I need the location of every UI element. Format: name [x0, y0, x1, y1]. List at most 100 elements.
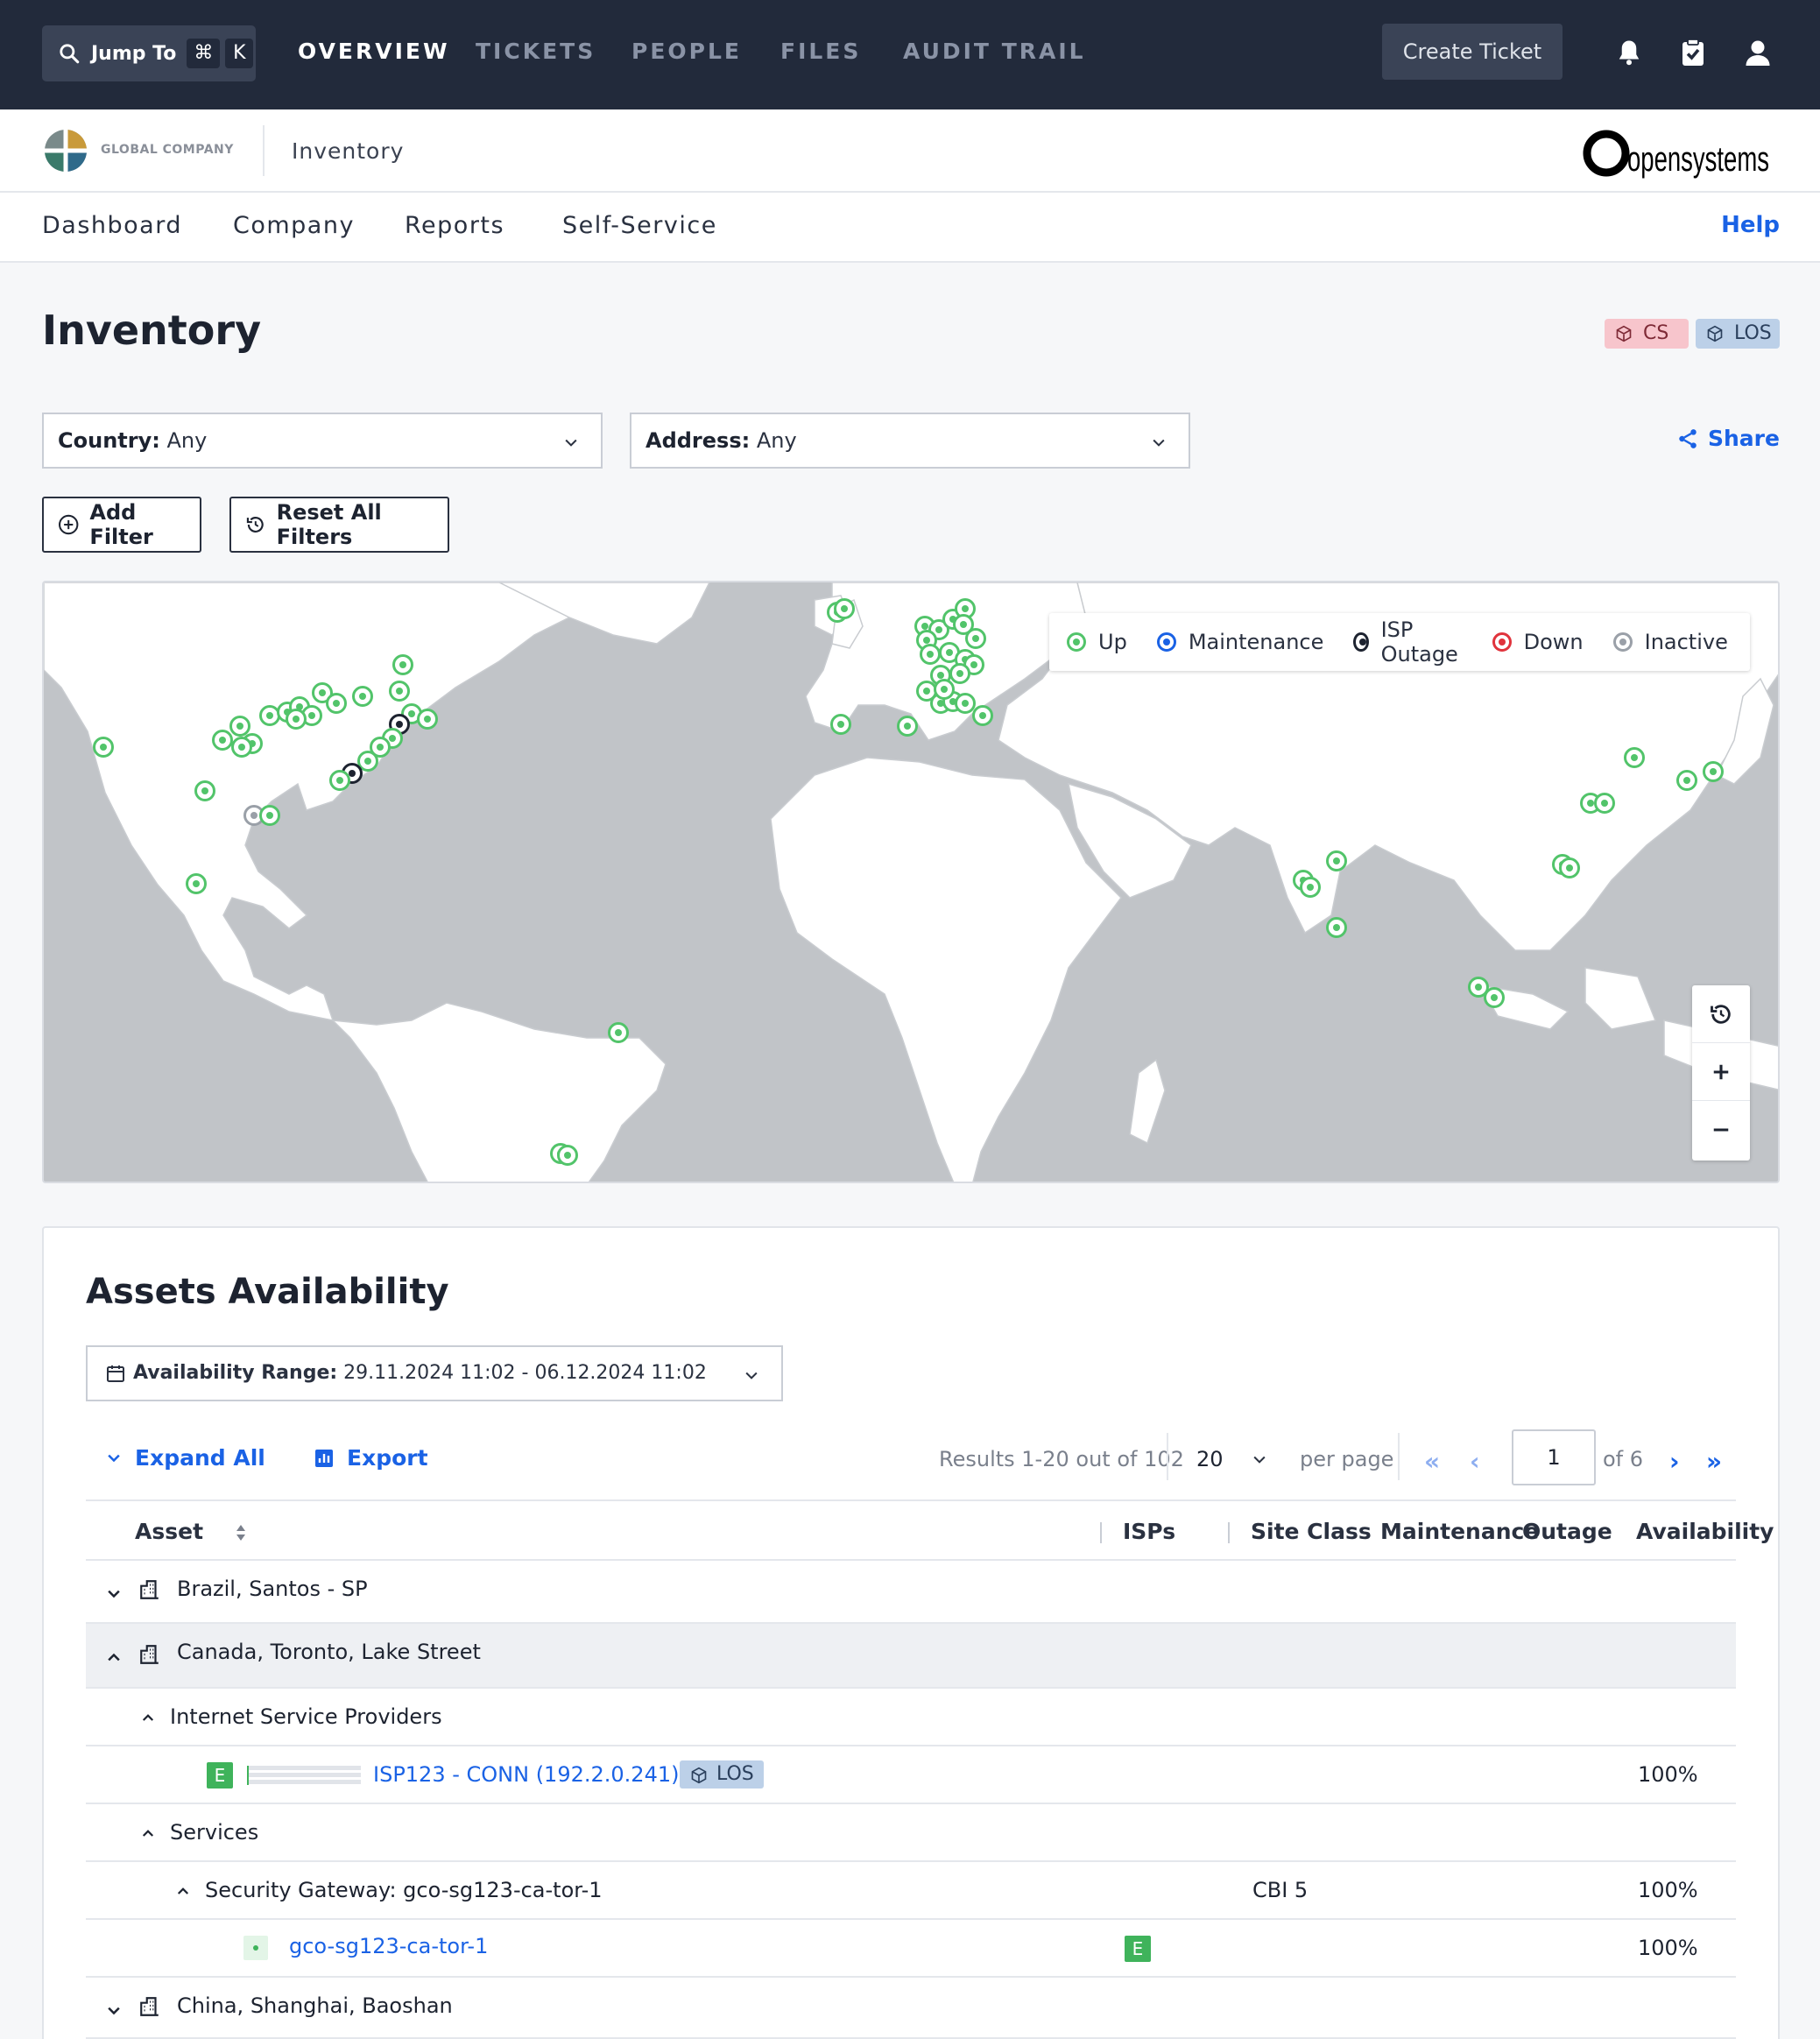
per-page-select[interactable]: 20	[1196, 1447, 1224, 1471]
table-row[interactable]: E ISP123 - CONN (192.2.0.241) LOS 100%	[86, 1746, 1736, 1804]
site-marker-up[interactable]	[557, 1145, 578, 1166]
chevron-down-icon[interactable]	[105, 2002, 123, 2020]
legend-up-label: Up	[1098, 630, 1127, 654]
sort-icon[interactable]	[235, 1522, 247, 1543]
los-tag: LOS	[1696, 319, 1780, 349]
site-marker-up[interactable]	[392, 654, 413, 675]
site-marker-up[interactable]	[1703, 761, 1724, 782]
chevron-up-icon[interactable]	[105, 1648, 123, 1666]
calendar-icon	[107, 1365, 124, 1382]
address-select[interactable]: Address: Any	[630, 413, 1190, 469]
chevron-up-icon[interactable]	[140, 1825, 156, 1841]
plus-circle-icon	[59, 514, 79, 535]
chevron-up-icon[interactable]	[140, 1710, 156, 1725]
table-row[interactable]: Canada, Toronto, Lake Street	[86, 1624, 1736, 1689]
site-marker-up[interactable]	[231, 737, 252, 758]
jump-to-button[interactable]: Jump To ⌘ K	[42, 25, 256, 81]
bell-icon[interactable]	[1613, 35, 1645, 70]
tab-people[interactable]: PEOPLE	[631, 39, 742, 64]
page-number-input[interactable]: 1	[1512, 1429, 1596, 1485]
zoom-out-icon	[1713, 1128, 1729, 1132]
service-link[interactable]: gco-sg123-ca-tor-1	[289, 1934, 488, 1958]
clipboard-check-icon[interactable]	[1677, 35, 1709, 70]
zoom-out-button[interactable]	[1692, 1101, 1750, 1159]
table-row[interactable]: gco-sg123-ca-tor-1 E 100%	[86, 1920, 1736, 1978]
tab-files[interactable]: FILES	[780, 39, 861, 64]
column-asset[interactable]: Asset	[135, 1519, 203, 1544]
add-filter-button[interactable]: Add Filter	[42, 497, 201, 553]
site-marker-up[interactable]	[259, 805, 280, 826]
help-link[interactable]: Help	[1721, 212, 1780, 238]
table-row[interactable]: Brazil, Santos - SP	[86, 1561, 1736, 1624]
company-name: GLOBAL COMPANY	[101, 143, 234, 157]
site-marker-up[interactable]	[352, 686, 373, 707]
site-marker-up[interactable]	[1484, 987, 1505, 1008]
site-marker-up[interactable]	[1594, 793, 1615, 814]
chevron-down-icon	[745, 1372, 758, 1379]
table-row[interactable]: Internet Service Providers	[86, 1689, 1736, 1746]
world-map[interactable]: Up Maintenance ISP Outage Down Inactive	[42, 581, 1780, 1183]
site-marker-up[interactable]	[389, 681, 410, 702]
site-marker-up[interactable]	[1559, 857, 1580, 878]
site-marker-up[interactable]	[186, 873, 207, 894]
site-marker-up[interactable]	[830, 714, 851, 735]
expand-all-button[interactable]: Expand All	[105, 1445, 265, 1471]
site-marker-up[interactable]	[949, 663, 970, 684]
site-marker-up[interactable]	[897, 716, 918, 737]
tab-overview[interactable]: OVERVIEW	[298, 39, 450, 64]
site-marker-up[interactable]	[834, 598, 855, 619]
site-marker-up[interactable]	[93, 737, 114, 758]
subnav-company[interactable]: Company	[233, 212, 355, 239]
shortcut-k-key: K	[225, 39, 254, 68]
reset-filters-button[interactable]: Reset All Filters	[229, 497, 449, 553]
expand-all-label: Expand All	[135, 1445, 265, 1471]
first-page-icon[interactable]: «	[1424, 1447, 1440, 1476]
site-marker-up[interactable]	[1326, 917, 1347, 938]
site-marker-up[interactable]	[286, 709, 307, 730]
site-marker-up[interactable]	[608, 1022, 629, 1043]
chevron-down-icon[interactable]	[1251, 1450, 1268, 1468]
ethernet-badge: E	[1125, 1936, 1151, 1962]
share-button[interactable]: Share	[1676, 426, 1780, 451]
site-marker-up[interactable]	[1676, 770, 1697, 791]
site-marker-up[interactable]	[329, 770, 350, 791]
table-row[interactable]: Services	[86, 1804, 1736, 1862]
site-marker-up[interactable]	[212, 730, 233, 751]
create-ticket-button[interactable]: Create Ticket	[1382, 24, 1563, 80]
address-value: Any	[756, 428, 797, 453]
sub-navigation: Dashboard Company Reports Self-Service H…	[0, 193, 1820, 263]
site-marker-up[interactable]	[1326, 850, 1347, 871]
zoom-in-icon	[1713, 1064, 1729, 1079]
chevron-down-icon[interactable]	[105, 1585, 123, 1603]
next-page-icon[interactable]: ›	[1669, 1447, 1680, 1476]
zoom-in-button[interactable]	[1692, 1043, 1750, 1101]
site-marker-up[interactable]	[1300, 877, 1321, 898]
previous-page-icon[interactable]: ‹	[1470, 1447, 1480, 1476]
site-marker-up[interactable]	[965, 628, 986, 649]
subnav-dashboard[interactable]: Dashboard	[42, 212, 182, 239]
chevron-up-icon[interactable]	[175, 1883, 191, 1899]
export-button[interactable]: Export	[314, 1445, 428, 1471]
site-marker-up[interactable]	[417, 709, 438, 730]
legend-maintenance-dot	[1156, 632, 1176, 652]
table-row[interactable]: China, Shanghai, Baoshan	[86, 1978, 1736, 2039]
site-marker-up[interactable]	[326, 693, 347, 714]
site-marker-up[interactable]	[934, 679, 955, 700]
tab-tickets[interactable]: TICKETS	[476, 39, 596, 64]
site-marker-up[interactable]	[1624, 747, 1645, 768]
user-icon[interactable]	[1742, 35, 1774, 70]
reset-view-button[interactable]	[1692, 985, 1750, 1043]
table-row[interactable]: Security Gateway: gco-sg123-ca-tor-1 CBI…	[86, 1862, 1736, 1920]
add-filter-label: Add Filter	[89, 500, 153, 549]
availability-range-select[interactable]: Availability Range: 29.11.2024 11:02 - 0…	[86, 1345, 783, 1401]
los-tag-label: LOS	[716, 1763, 754, 1785]
country-select[interactable]: Country: Any	[42, 413, 603, 469]
subnav-self-service[interactable]: Self-Service	[562, 212, 717, 239]
last-page-icon[interactable]: »	[1706, 1447, 1722, 1476]
subnav-reports[interactable]: Reports	[405, 212, 504, 239]
site-marker-up[interactable]	[920, 644, 941, 665]
site-marker-up[interactable]	[194, 780, 215, 801]
site-marker-up[interactable]	[972, 705, 993, 726]
isp-link[interactable]: ISP123 - CONN (192.2.0.241)	[373, 1762, 679, 1787]
tab-audit-trail[interactable]: AUDIT TRAIL	[903, 39, 1086, 64]
